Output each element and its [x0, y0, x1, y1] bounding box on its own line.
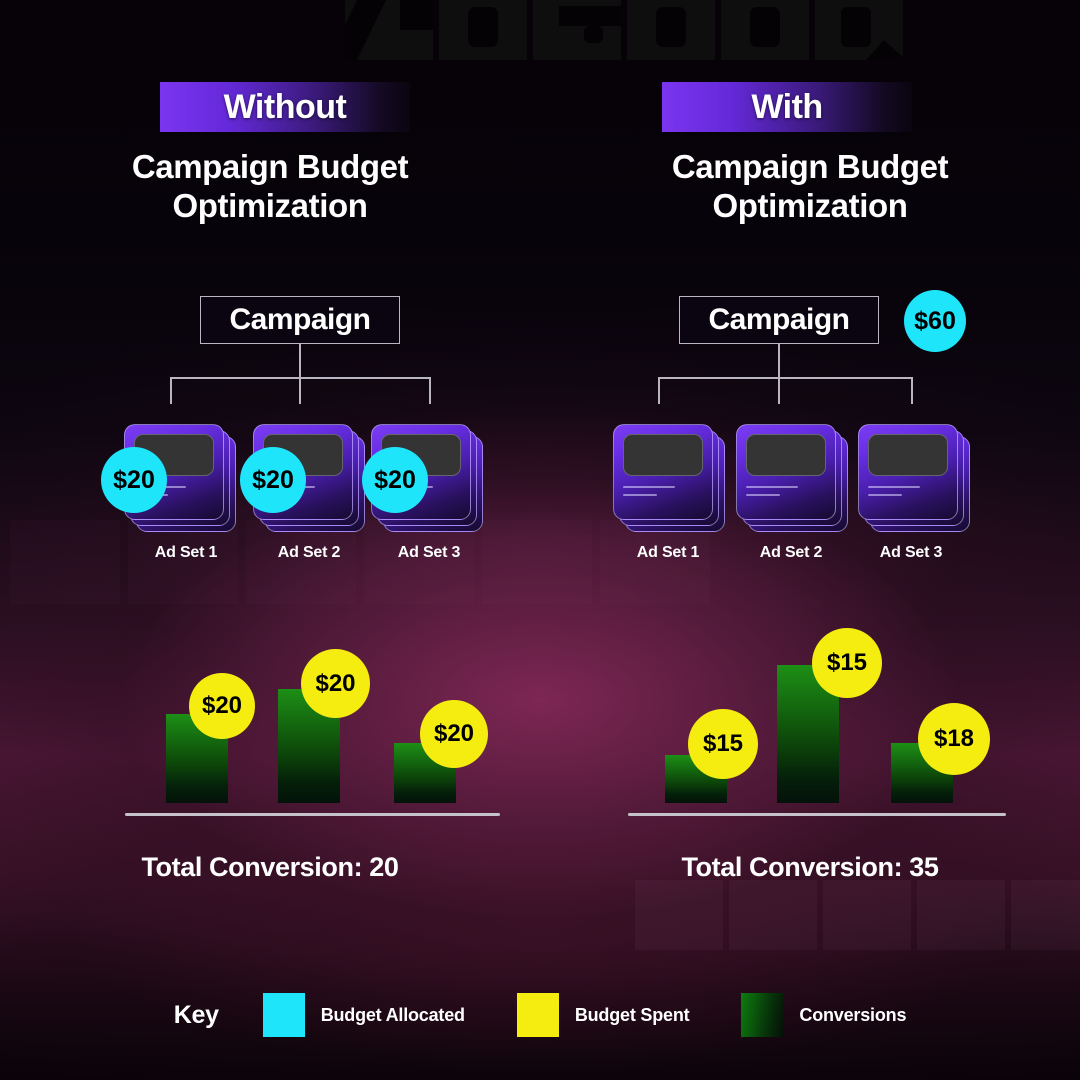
connector-drop-1 [170, 377, 172, 404]
budget-allocated-bubble-adset-1: $20 [101, 447, 167, 513]
connector-drop-2 [778, 377, 780, 404]
legend-item-budget-spent: Budget Spent [516, 993, 690, 1037]
card-thumbnail [623, 434, 703, 476]
legend-label-budget-allocated: Budget Allocated [320, 1004, 465, 1025]
panel-title-with: Campaign Budget Optimization [540, 148, 1080, 226]
ad-set-label-1: Ad Set 1 [154, 544, 218, 561]
card-text-line [746, 486, 798, 488]
panel-badge-without: Without [160, 82, 410, 132]
panel-title-line2: Optimization [172, 186, 368, 224]
chart-baseline-axis [125, 813, 500, 816]
panel-badge-label: Without [223, 87, 347, 126]
infographic-canvas: Without Campaign Budget Optimization Cam… [0, 0, 1080, 1080]
card-text-line [868, 486, 920, 488]
card-thumbnail [746, 434, 826, 476]
legend-swatch-cyan [262, 993, 305, 1037]
card-text-line [623, 486, 675, 488]
connector-trunk [778, 344, 780, 378]
card-text-line [623, 494, 657, 496]
panel-title-line1: Campaign Budget [131, 148, 409, 185]
total-conversion-without: Total Conversion: 20 [141, 852, 399, 882]
connector-drop-1 [658, 377, 660, 404]
connector-drop-3 [911, 377, 913, 404]
budget-spent-bubble-3: $18 [918, 703, 990, 775]
card-layer-front [613, 424, 713, 520]
legend-item-conversions: Conversions [741, 993, 906, 1037]
campaign-node-without: Campaign [200, 296, 400, 344]
card-layer-front [736, 424, 836, 520]
campaign-node-label: Campaign [229, 303, 371, 336]
budget-spent-bubble-1: $15 [688, 709, 758, 779]
ad-set-label-2: Ad Set 2 [759, 544, 823, 561]
ad-set-card-1 [613, 424, 725, 532]
ad-set-label-2: Ad Set 2 [277, 544, 341, 561]
campaign-node-with: Campaign [679, 296, 879, 344]
legend: Key Budget Allocated Budget Spent Conver… [0, 988, 1080, 1042]
budget-allocated-bubble-adset-2: $20 [240, 447, 306, 513]
card-thumbnail [868, 434, 948, 476]
connector-drop-3 [429, 377, 431, 404]
legend-item-budget-allocated: Budget Allocated [262, 993, 465, 1037]
ad-set-label-1: Ad Set 1 [636, 544, 700, 561]
legend-label-conversions: Conversions [799, 1004, 907, 1025]
legend-swatch-yellow [516, 993, 559, 1037]
connector-tree-without [0, 344, 540, 424]
legend-key-label: Key [173, 1000, 219, 1029]
panel-badge-with: With [662, 82, 912, 132]
ad-set-card-2 [736, 424, 848, 532]
card-text-line [746, 494, 780, 496]
panel-with: With Campaign Budget Optimization Campai… [540, 0, 1080, 1080]
budget-spent-bubble-2: $15 [812, 628, 882, 698]
conversion-chart-without: $20 $20 $20 [0, 610, 540, 860]
ad-set-label-3: Ad Set 3 [397, 544, 461, 561]
total-conversion-with: Total Conversion: 35 [681, 852, 939, 882]
card-layer-front [858, 424, 958, 520]
panel-title-without: Campaign Budget Optimization [0, 148, 540, 226]
ad-set-card-3 [858, 424, 970, 532]
connector-drop-2 [299, 377, 301, 404]
card-text-line [868, 494, 902, 496]
panel-title-line2: Optimization [712, 186, 908, 224]
legend-label-budget-spent: Budget Spent [574, 1004, 690, 1025]
budget-spent-bubble-2: $20 [301, 649, 370, 718]
panel-badge-label: With [751, 87, 823, 126]
chart-baseline-axis [628, 813, 1006, 816]
budget-spent-bubble-3: $20 [420, 700, 488, 768]
budget-allocated-bubble-adset-3: $20 [362, 447, 428, 513]
connector-crossbar [658, 377, 912, 379]
legend-swatch-green [741, 993, 784, 1037]
conversion-chart-with: $15 $15 $18 [540, 610, 1080, 860]
connector-tree-with [540, 344, 1080, 424]
campaign-node-label: Campaign [708, 303, 850, 336]
connector-trunk [299, 344, 301, 378]
campaign-budget-bubble: $60 [904, 290, 966, 352]
panel-without: Without Campaign Budget Optimization Cam… [0, 0, 540, 1080]
panel-title-line1: Campaign Budget [671, 148, 949, 185]
budget-spent-bubble-1: $20 [189, 673, 255, 739]
ad-set-label-3: Ad Set 3 [879, 544, 943, 561]
